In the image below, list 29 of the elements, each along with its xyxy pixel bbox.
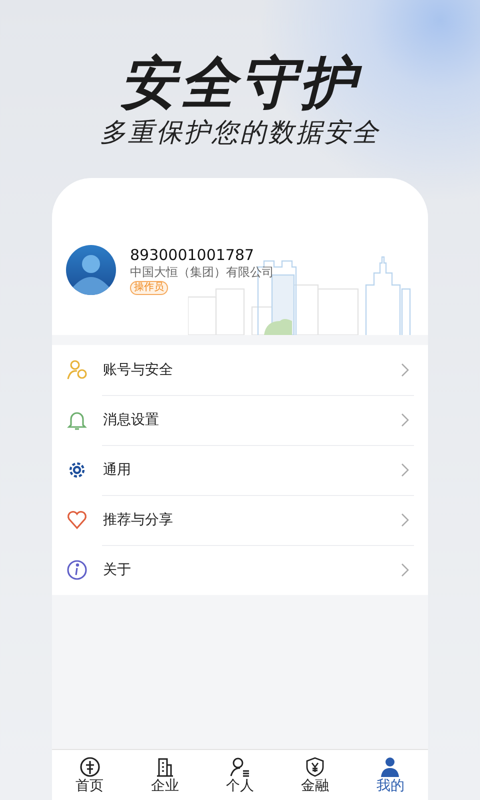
chevron-icon — [400, 562, 410, 578]
chevron-icon — [400, 512, 410, 528]
headline: 安全守护 — [120, 52, 360, 116]
chevron-icon — [400, 362, 410, 378]
tab[interactable]: 企业 — [134, 756, 195, 794]
avatar[interactable] — [66, 245, 116, 295]
bell-icon — [66, 409, 88, 431]
info-icon — [66, 559, 88, 581]
person-icon — [66, 359, 88, 381]
account-number: 8930001001787 — [130, 246, 254, 264]
role-badge: 操作员 — [130, 281, 168, 295]
tab[interactable]: 个人 — [210, 756, 270, 794]
person-icon — [228, 756, 251, 778]
menu-item[interactable]: 通用 — [52, 445, 428, 495]
tab[interactable]: 金融 — [285, 756, 346, 794]
tab[interactable]: 我的 — [360, 756, 420, 794]
subtitle: 多重保护您的数据安全 — [100, 117, 380, 150]
chevron-icon — [400, 462, 410, 478]
company-name: 中国大恒（集团）有限公司 — [130, 264, 274, 280]
menu-item[interactable]: 账号与安全 — [52, 345, 428, 395]
menu-item[interactable]: 关于 — [52, 545, 428, 595]
person-icon — [379, 756, 402, 778]
tab[interactable]: 首页 — [60, 756, 120, 794]
chevron-icon — [400, 412, 410, 428]
emblem-icon — [78, 756, 101, 778]
menu-item[interactable]: 推荐与分享 — [52, 495, 428, 545]
shield-icon — [304, 756, 326, 778]
menu-item[interactable]: 消息设置 — [52, 395, 428, 445]
heart-icon — [66, 509, 88, 531]
